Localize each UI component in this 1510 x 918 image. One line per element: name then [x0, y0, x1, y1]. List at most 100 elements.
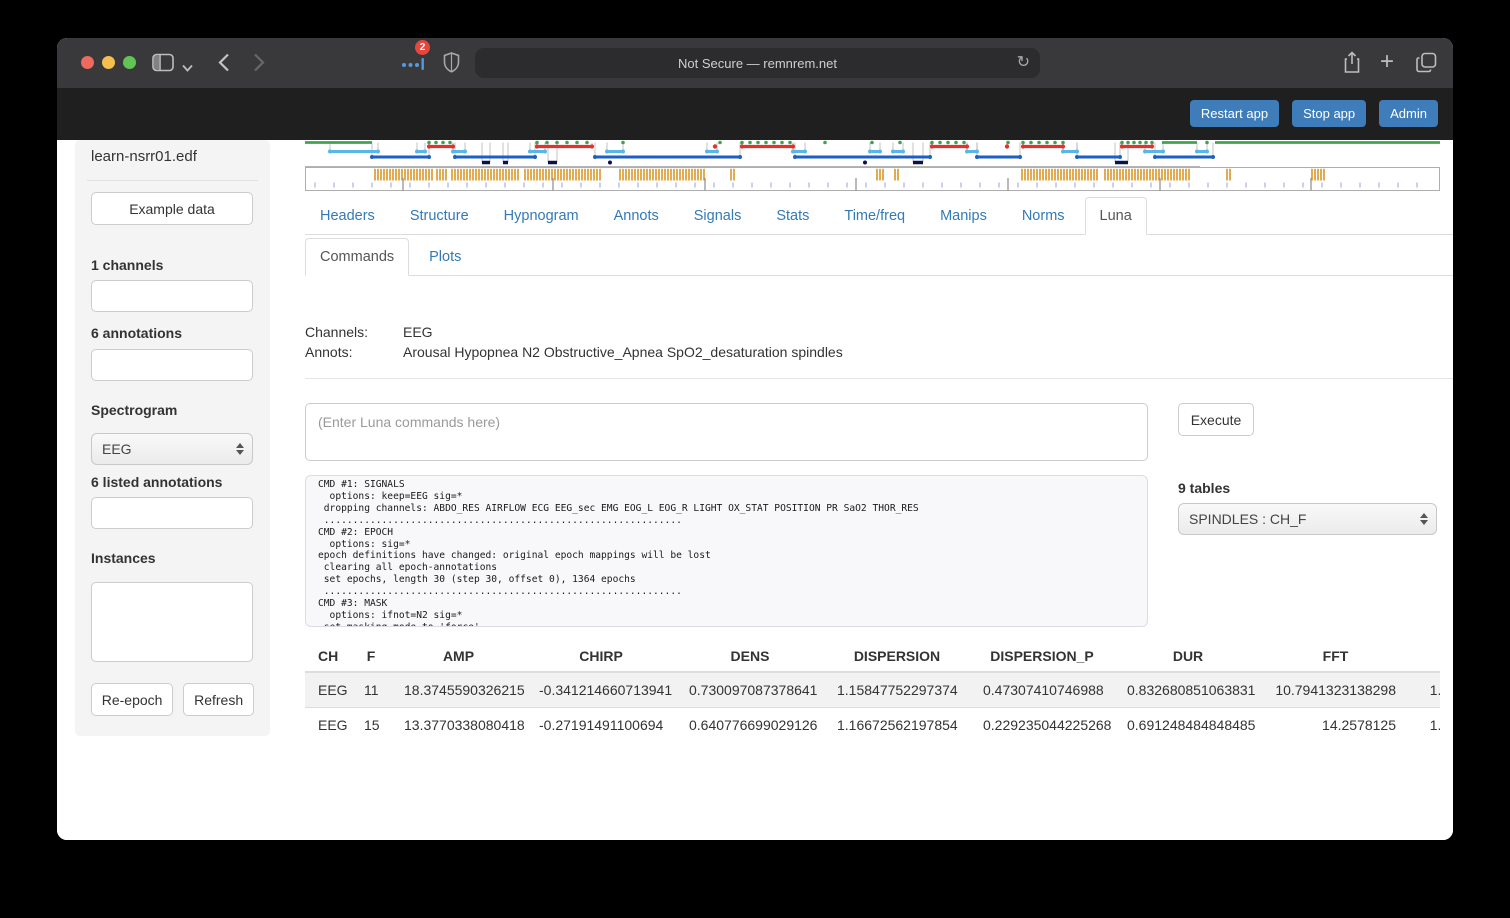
example-data-button[interactable]: Example data [91, 192, 253, 225]
channels-input[interactable] [91, 280, 253, 312]
tab-time-freq[interactable]: Time/freq [829, 197, 920, 235]
instances-textarea[interactable] [91, 582, 253, 662]
tab-structure[interactable]: Structure [395, 197, 484, 235]
table-cell: 1.57 [1409, 708, 1440, 743]
marker-dot [975, 150, 979, 154]
browser-toolbar: 2 Not Secure — remnrem.net ↻ + [57, 38, 1453, 88]
wake-dot [1144, 141, 1148, 145]
annotations-input[interactable] [91, 349, 253, 381]
marker-dot [423, 150, 427, 154]
column-header: DENS [676, 641, 824, 672]
marker-dot [878, 150, 882, 154]
tab-annots[interactable]: Annots [599, 197, 674, 235]
annots-label: Annots: [305, 344, 403, 360]
table-cell: 11 [351, 672, 391, 708]
reload-icon[interactable]: ↻ [1017, 52, 1030, 72]
shield-icon[interactable] [443, 52, 460, 78]
wake-dot [1126, 141, 1130, 145]
tab-luna[interactable]: Luna [1085, 197, 1147, 235]
zoom-window-button[interactable] [123, 56, 136, 69]
wake-dot [756, 141, 760, 145]
wake-dot [764, 141, 768, 145]
marker-dot [793, 155, 797, 159]
new-tab-icon[interactable]: + [1380, 51, 1394, 73]
table-cell: 0.832680851063831 [1114, 672, 1262, 708]
wake-dot [1029, 141, 1033, 145]
address-bar[interactable]: Not Secure — remnrem.net ↻ [475, 48, 1040, 78]
minimize-window-button[interactable] [102, 56, 115, 69]
marker-dot [463, 150, 467, 154]
marker-dot [1161, 150, 1165, 154]
admin-button[interactable]: Admin [1379, 100, 1438, 127]
table-row: EEG1513.3770338080418-0.271914911006940.… [305, 708, 1440, 743]
marker-dot [965, 150, 969, 154]
stop-app-button[interactable]: Stop app [1292, 100, 1366, 127]
table-cell: 0.640776699029126 [676, 708, 824, 743]
share-icon[interactable] [1343, 51, 1361, 79]
tab-norms[interactable]: Norms [1007, 197, 1080, 235]
n3-dot [608, 161, 612, 165]
wake-dot [954, 141, 958, 145]
luna-command-input[interactable] [305, 403, 1148, 461]
luna-console-output[interactable]: CMD #1: SIGNALS options: keep=EEG sig=* … [305, 475, 1148, 627]
marker-dot [415, 150, 419, 154]
tab-stats[interactable]: Stats [761, 197, 824, 235]
table-cell: 0.691248484848485 [1114, 708, 1262, 743]
tab-manips[interactable]: Manips [925, 197, 1002, 235]
table-cell: 14.2578125 [1262, 708, 1409, 743]
forward-button[interactable] [253, 53, 265, 77]
sidebar-toggle-icon[interactable] [152, 53, 174, 77]
marker-dot [1211, 155, 1215, 159]
wake-dot [772, 141, 776, 145]
refresh-button[interactable]: Refresh [183, 683, 254, 716]
marker-dot [868, 150, 872, 154]
wake-dot [448, 141, 452, 145]
wake-dot [1061, 141, 1065, 145]
main-panel: HeadersStructureHypnogramAnnotsSignalsSt… [305, 140, 1440, 840]
subtab-commands[interactable]: Commands [305, 238, 409, 276]
marker-dot [1143, 150, 1147, 154]
divider [87, 180, 258, 181]
marker-dot [803, 150, 807, 154]
hypnogram-overview-chart[interactable] [305, 140, 1440, 193]
spectrogram-select[interactable]: EEG [91, 433, 253, 465]
tab-hypnogram[interactable]: Hypnogram [489, 197, 594, 235]
marker-dot [1195, 150, 1199, 154]
tab-signals[interactable]: Signals [679, 197, 757, 235]
extension-icon[interactable] [400, 55, 428, 76]
re-epoch-button[interactable]: Re-epoch [91, 683, 173, 716]
rem-dot [713, 144, 717, 148]
wake-dot [1045, 141, 1049, 145]
wake-dot [740, 141, 744, 145]
column-header: CHIRP [526, 641, 676, 672]
marker-dot [328, 150, 332, 154]
back-button[interactable] [218, 53, 230, 77]
marker-dot [1120, 144, 1124, 148]
tab-headers[interactable]: Headers [305, 197, 390, 235]
wake-dot [555, 141, 559, 145]
close-window-button[interactable] [81, 56, 94, 69]
restart-app-button[interactable]: Restart app [1190, 100, 1279, 127]
marker-dot [791, 150, 795, 154]
tab-overview-icon[interactable] [1416, 52, 1437, 78]
channels-count-label: 1 channels [91, 257, 254, 273]
wake-dot [585, 141, 589, 145]
wake-dot [962, 141, 966, 145]
marker-dot [965, 144, 969, 148]
execute-button[interactable]: Execute [1178, 403, 1254, 436]
marker-dot [533, 155, 537, 159]
chevron-down-icon[interactable] [182, 59, 193, 77]
marker-dot [705, 150, 709, 154]
column-header [1409, 641, 1440, 672]
marker-dot [1061, 144, 1065, 148]
marker-dot [376, 150, 380, 154]
page-content: learn-nsrr01.edf Example data 1 channels… [57, 140, 1453, 840]
marker-dot [928, 155, 932, 159]
marker-dot [1205, 150, 1209, 154]
marker-dot [370, 155, 374, 159]
tables-select[interactable]: SPINDLES : CH_F [1178, 503, 1437, 535]
table-cell: 0.730097087378641 [676, 672, 824, 708]
table-cell: 1.73 [1409, 672, 1440, 708]
subtab-plots[interactable]: Plots [414, 238, 476, 276]
listed-annotations-input[interactable] [91, 497, 253, 529]
